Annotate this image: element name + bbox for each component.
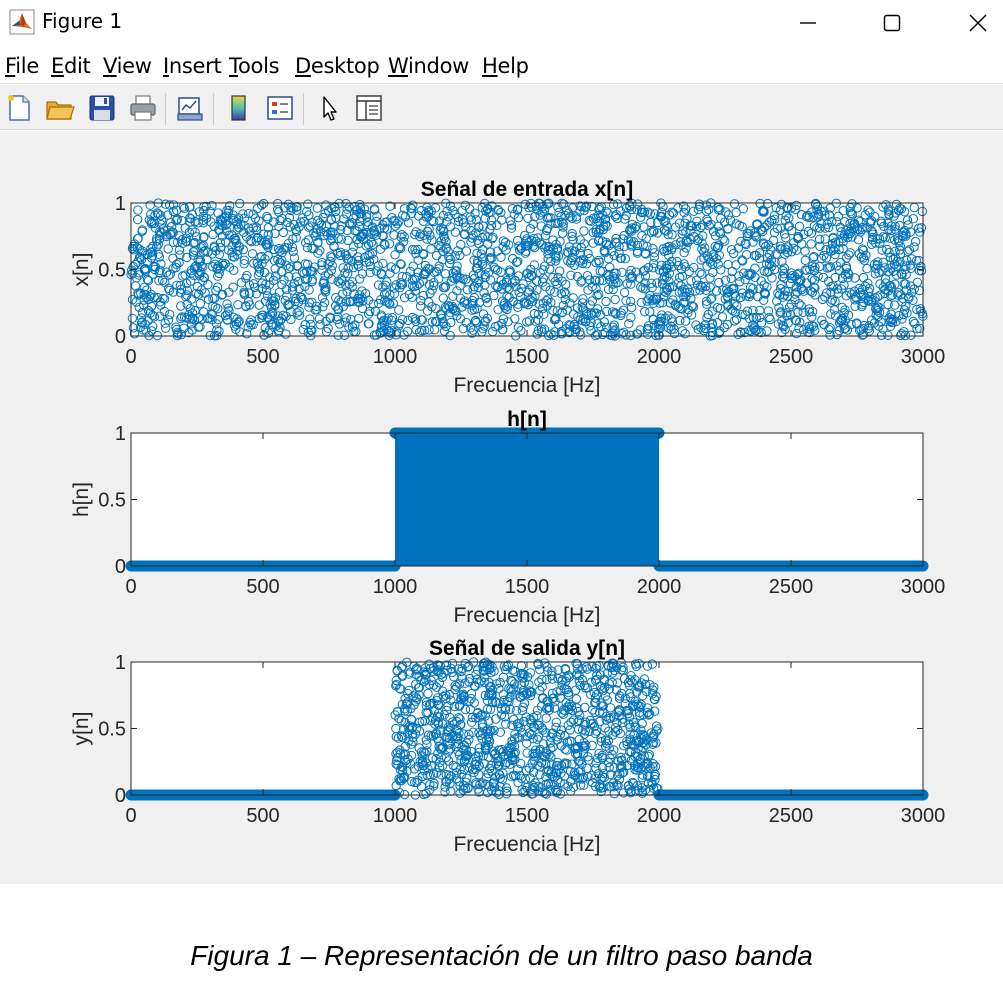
y-axis-label: x[n]	[70, 253, 93, 287]
toolbar-separator	[303, 93, 304, 125]
x-tick-label: 3000	[901, 805, 946, 827]
plot-title: h[n]	[507, 408, 547, 431]
menu-window[interactable]: Window	[388, 54, 469, 78]
x-tick-label: 500	[246, 576, 279, 598]
subplot-1	[126, 198, 928, 341]
x-tick-label: 2000	[637, 805, 682, 827]
plot-title: Señal de salida y[n]	[429, 637, 625, 660]
property-inspector-icon[interactable]	[354, 93, 384, 123]
y-tick-label: 1	[115, 423, 126, 445]
x-tick-label: 1500	[505, 576, 550, 598]
y-tick-label: 0	[115, 556, 126, 578]
x-tick-label: 2500	[769, 346, 814, 368]
passband-block	[395, 433, 659, 566]
colorbar-icon[interactable]	[224, 93, 254, 123]
x-tick-label: 0	[125, 805, 136, 827]
subplot-3	[125, 657, 929, 801]
y-tick-label: 0	[115, 785, 126, 807]
x-tick-label: 3000	[901, 346, 946, 368]
menu-file[interactable]: File	[5, 54, 39, 78]
y-tick-label: 1	[115, 193, 126, 215]
y-tick-label: 0.5	[98, 260, 126, 282]
x-tick-label: 3000	[901, 576, 946, 598]
y-tick-label: 1	[115, 652, 126, 674]
x-tick-label: 2000	[637, 346, 682, 368]
x-axis-label: Frecuencia [Hz]	[453, 833, 600, 856]
x-tick-label: 2000	[637, 576, 682, 598]
x-axis-label: Frecuencia [Hz]	[453, 604, 600, 627]
edit-plot-icon[interactable]	[315, 93, 345, 123]
window-title: Figure 1	[42, 9, 123, 33]
window-titlebar: Figure 1	[0, 0, 1003, 45]
x-tick-label: 1500	[505, 346, 550, 368]
x-tick-label: 500	[246, 805, 279, 827]
print-icon[interactable]	[128, 93, 158, 123]
plot-canvas: 0 500 1000 1500 2000 2500 300000.51Señal de en…	[70, 178, 946, 856]
x-axis-label: Frecuencia [Hz]	[453, 374, 600, 397]
y-tick-label: 0.5	[98, 719, 126, 741]
y-tick-label: 0	[115, 326, 126, 348]
maximize-button[interactable]	[862, 0, 922, 45]
close-button[interactable]	[948, 0, 1003, 45]
x-tick-label: 500	[246, 346, 279, 368]
save-icon[interactable]	[87, 93, 117, 123]
y-axis-label: y[n]	[70, 712, 93, 746]
open-file-icon[interactable]	[45, 93, 75, 123]
figure-toolbar	[0, 85, 1003, 130]
plot-title: Señal de entrada x[n]	[421, 178, 633, 201]
legend-icon[interactable]	[265, 93, 295, 123]
x-tick-label: 1000	[373, 805, 418, 827]
menu-bar: File Edit View Insert Tools Desktop Wind…	[0, 46, 1003, 84]
y-tick-label: 0.5	[98, 490, 126, 512]
x-tick-label: 0	[125, 576, 136, 598]
figure-caption: Figura 1 – Representación de un filtro p…	[190, 940, 813, 971]
minimize-button[interactable]	[778, 0, 838, 45]
toolbar-separator	[213, 93, 214, 125]
menu-edit[interactable]: Edit	[51, 54, 91, 78]
x-tick-label: 1000	[373, 576, 418, 598]
figure-canvas: 0 500 1000 1500 2000 2500 3000 0 0.5 1 Señal de en…	[0, 131, 1003, 884]
x-tick-label: 2500	[769, 805, 814, 827]
menu-view[interactable]: View	[103, 54, 152, 78]
x-tick-label: 2500	[769, 576, 814, 598]
menu-help[interactable]: Help	[482, 54, 529, 78]
toolbar-separator	[165, 93, 166, 125]
menu-insert[interactable]: Insert	[163, 54, 222, 78]
link-plot-icon[interactable]	[175, 93, 205, 123]
x-tick-label: 1000	[373, 346, 418, 368]
subplot-2	[125, 427, 929, 572]
matlab-logo-icon	[9, 9, 35, 35]
new-figure-icon[interactable]	[4, 93, 34, 123]
maximize-icon	[883, 14, 901, 31]
menu-desktop[interactable]: Desktop	[295, 54, 380, 78]
x-tick-label: 1500	[505, 805, 550, 827]
menu-tools[interactable]: Tools	[229, 54, 280, 78]
y-axis-label: h[n]	[70, 482, 93, 517]
close-icon	[969, 14, 987, 31]
x-tick-label: 0	[125, 346, 136, 368]
minimize-icon	[800, 21, 816, 24]
